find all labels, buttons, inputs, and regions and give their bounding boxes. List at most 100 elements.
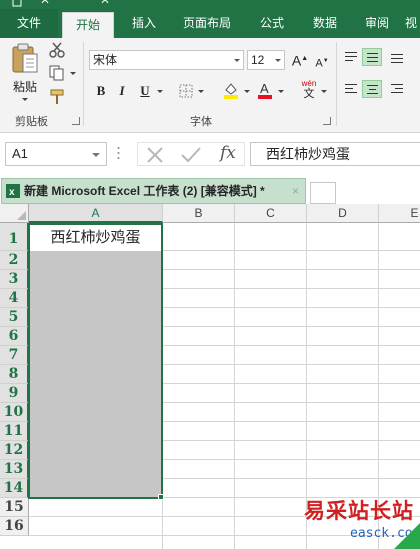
group-divider xyxy=(83,42,84,126)
tab-home[interactable]: 开始 xyxy=(62,12,114,38)
ribbon-tab-bar: 文件 开始 插入 页面布局 公式 数据 审阅 视 xyxy=(0,9,420,38)
formula-input[interactable]: 西红柿炒鸡蛋 xyxy=(250,142,420,166)
grow-font-button[interactable]: A▲ xyxy=(291,50,309,69)
column-header-a[interactable]: A xyxy=(29,204,163,223)
undo-icon[interactable] xyxy=(40,0,50,7)
column-header-d[interactable]: D xyxy=(307,204,379,223)
fill-handle[interactable] xyxy=(158,494,164,500)
tab-data[interactable]: 数据 xyxy=(305,9,345,38)
align-top-button[interactable] xyxy=(341,48,361,66)
font-size-select[interactable]: 12 xyxy=(247,50,285,70)
tab-review[interactable]: 审阅 xyxy=(357,9,397,38)
align-left-button[interactable] xyxy=(341,80,361,98)
italic-button[interactable]: I xyxy=(113,82,131,100)
align-center-button[interactable] xyxy=(362,80,382,98)
row-header[interactable]: 3 xyxy=(0,270,29,289)
redo-icon[interactable] xyxy=(100,0,110,7)
tab-formulas[interactable]: 公式 xyxy=(252,9,292,38)
tab-file[interactable]: 文件 xyxy=(0,9,58,38)
selection-border xyxy=(28,223,163,499)
font-color-icon[interactable]: A xyxy=(256,81,274,99)
chevron-down-icon xyxy=(92,153,100,157)
workbook-tab[interactable]: x 新建 Microsoft Excel 工作表 (2) [兼容模式] * × xyxy=(1,178,306,204)
clipboard-launcher-icon[interactable] xyxy=(72,117,80,125)
row-header[interactable]: 1 xyxy=(0,223,29,251)
phonetic-char: 文 xyxy=(303,88,315,100)
row-header[interactable]: 7 xyxy=(0,346,29,365)
column-header-c[interactable]: C xyxy=(235,204,307,223)
font-family-select[interactable]: 宋体 xyxy=(89,50,244,70)
tab-insert[interactable]: 插入 xyxy=(124,9,164,38)
column-header-b[interactable]: B xyxy=(163,204,235,223)
row-header[interactable]: 6 xyxy=(0,327,29,346)
font-size-value: 12 xyxy=(251,53,265,67)
tab-view[interactable]: 视 xyxy=(405,9,420,38)
format-painter-icon[interactable] xyxy=(48,88,66,106)
align-right-button[interactable] xyxy=(387,80,407,98)
enter-icon[interactable] xyxy=(180,146,202,164)
insert-function-button[interactable]: fx xyxy=(220,143,236,163)
row-header[interactable]: 14 xyxy=(0,479,29,498)
row-header[interactable]: 16 xyxy=(0,517,29,536)
phonetic-pinyin: wén xyxy=(301,79,317,88)
formula-bar: A1 fx 西红柿炒鸡蛋 xyxy=(0,134,420,174)
underline-dropdown-icon[interactable] xyxy=(157,90,163,93)
font-family-value: 宋体 xyxy=(93,53,118,67)
paste-dropdown-icon[interactable] xyxy=(22,98,28,101)
watermark: 易采站长站 easck.com xyxy=(298,493,420,549)
row-header[interactable]: 9 xyxy=(0,384,29,403)
row-header[interactable]: 10 xyxy=(0,403,29,422)
row-header[interactable]: 13 xyxy=(0,460,29,479)
align-bottom-button[interactable] xyxy=(387,48,407,66)
border-icon[interactable] xyxy=(177,82,195,100)
paste-icon[interactable] xyxy=(10,42,40,76)
name-box-value: A1 xyxy=(12,146,28,161)
row-header[interactable]: 11 xyxy=(0,422,29,441)
workbook-tab-bar: x 新建 Microsoft Excel 工作表 (2) [兼容模式] * × xyxy=(0,174,420,204)
row-header[interactable]: 8 xyxy=(0,365,29,384)
group-divider xyxy=(336,42,337,126)
row-header[interactable]: 4 xyxy=(0,289,29,308)
svg-text:A: A xyxy=(260,81,269,96)
border-dropdown-icon[interactable] xyxy=(198,90,204,93)
underline-button[interactable]: U xyxy=(136,82,154,100)
watermark-text: 易采站长站 xyxy=(304,498,414,523)
font-launcher-icon[interactable] xyxy=(323,117,331,125)
bold-button[interactable]: B xyxy=(92,82,110,100)
new-window-tab[interactable] xyxy=(310,182,336,204)
font-color-dropdown-icon[interactable] xyxy=(278,90,284,93)
fill-color-dropdown-icon[interactable] xyxy=(244,90,250,93)
workbook-title: 新建 Microsoft Excel 工作表 (2) [兼容模式] * xyxy=(24,184,265,198)
font-group-label: 字体 xyxy=(190,116,212,128)
clipboard-group-label: 剪贴板 xyxy=(15,116,48,128)
phonetic-guide-button[interactable]: wén 文 xyxy=(298,79,320,100)
close-icon[interactable]: × xyxy=(292,179,299,203)
svg-text:x: x xyxy=(9,187,15,198)
row-header[interactable]: 15 xyxy=(0,498,29,517)
chevron-down-icon xyxy=(234,59,240,62)
more-icon[interactable] xyxy=(117,146,120,160)
paste-button-label[interactable]: 粘贴 xyxy=(13,78,37,95)
grow-font-icon: A xyxy=(291,52,302,69)
tab-page-layout[interactable]: 页面布局 xyxy=(175,9,239,38)
ribbon: 粘贴 剪贴板 宋体 12 A▲ A▼ B I U A wén 文 字体 xyxy=(0,38,420,133)
row-header[interactable]: 5 xyxy=(0,308,29,327)
name-box[interactable]: A1 xyxy=(5,142,107,166)
save-icon[interactable] xyxy=(12,0,22,7)
cancel-icon[interactable] xyxy=(146,146,164,164)
title-bar xyxy=(0,0,420,9)
phonetic-dropdown-icon[interactable] xyxy=(321,90,327,93)
copy-dropdown-icon[interactable] xyxy=(70,72,76,75)
cut-icon[interactable] xyxy=(48,41,66,59)
row-header[interactable]: 12 xyxy=(0,441,29,460)
gridline xyxy=(234,223,235,549)
align-middle-button[interactable] xyxy=(362,48,382,66)
excel-icon: x xyxy=(6,184,20,198)
row-header[interactable]: 2 xyxy=(0,251,29,270)
select-all-button[interactable] xyxy=(0,204,29,223)
copy-icon[interactable] xyxy=(48,64,66,82)
shrink-font-button[interactable]: A▼ xyxy=(313,52,331,70)
shrink-font-icon: A xyxy=(315,57,323,70)
column-header-e[interactable]: E xyxy=(379,204,420,223)
fill-color-icon[interactable] xyxy=(222,81,240,99)
